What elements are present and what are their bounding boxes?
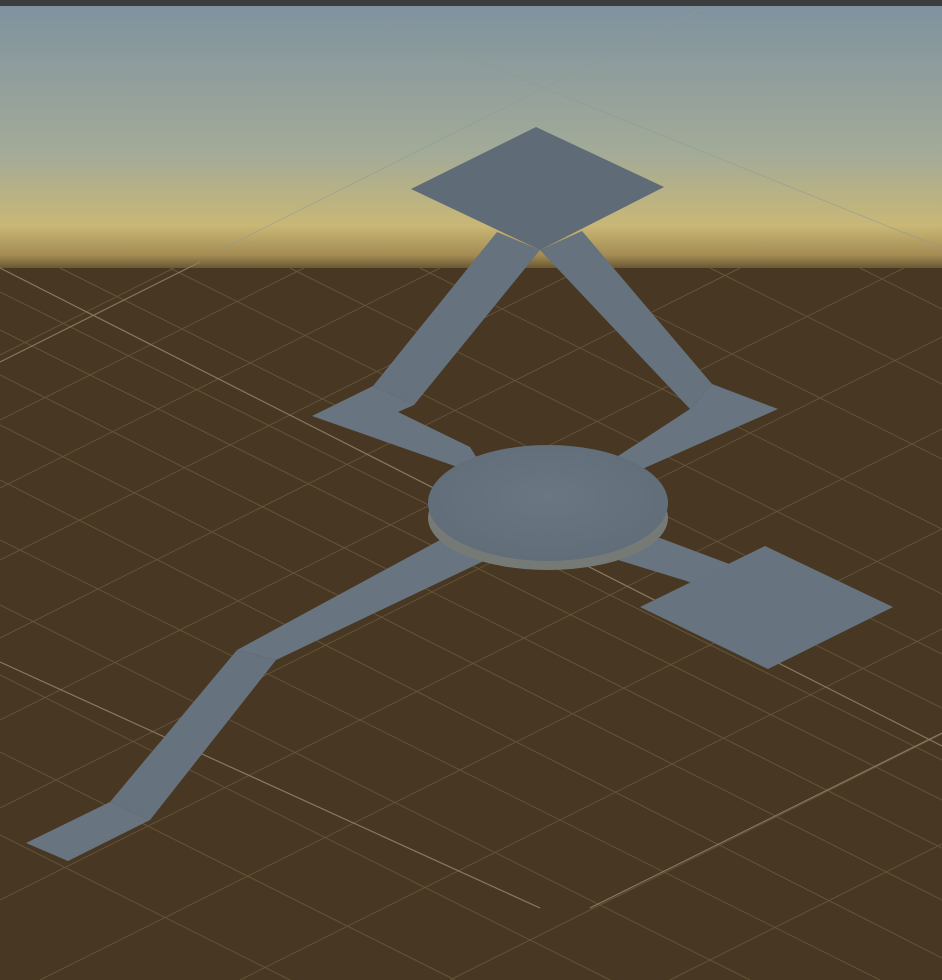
central-disk [428, 445, 668, 561]
sky-background [0, 6, 942, 274]
scene-view[interactable] [0, 0, 942, 980]
scene-canvas[interactable] [0, 0, 942, 980]
